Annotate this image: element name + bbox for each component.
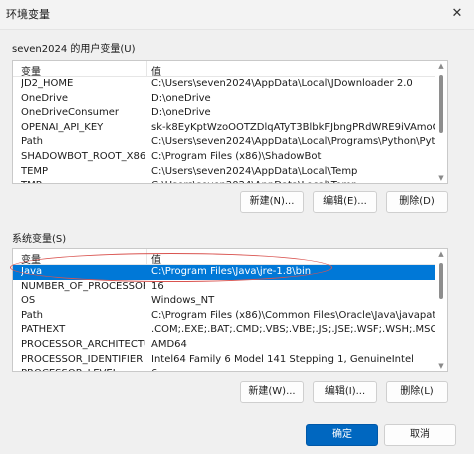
list-item[interactable]: Java C:\Program Files\Java\jre-1.8\bin xyxy=(13,265,447,280)
close-icon[interactable]: ✕ xyxy=(444,2,470,26)
variable-name: Path xyxy=(21,136,43,148)
column-header-value[interactable]: 值 xyxy=(151,251,161,266)
variable-value: 6 xyxy=(151,368,441,371)
variable-name: PATHEXT xyxy=(21,324,66,336)
list-item[interactable]: TMP C:\Users\seven2024\AppData\Local\Temp xyxy=(13,179,447,183)
variable-name: TMP xyxy=(21,180,145,183)
variable-name: PROCESSOR_IDENTIFIER xyxy=(21,353,144,365)
variable-name: OneDrive xyxy=(21,92,69,104)
variable-value: C:\Users\seven2024\AppData\Local\Temp xyxy=(151,165,358,177)
variable-name: TEMP xyxy=(21,165,49,177)
variable-name: OPENAI_API_KEY xyxy=(21,121,104,133)
variable-name: NUMBER_OF_PROCESSORS xyxy=(21,280,145,292)
list-header: 变量 值 xyxy=(13,61,447,78)
variable-value: D:\oneDrive xyxy=(151,107,211,119)
variable-value: 16 xyxy=(151,280,164,292)
column-separator[interactable] xyxy=(146,249,147,265)
scroll-down-icon[interactable]: ▼ xyxy=(435,361,447,371)
variable-value: Windows_NT xyxy=(151,295,215,307)
variable-value: Intel64 Family 6 Model 141 Stepping 1, G… xyxy=(151,353,414,365)
system-rows: Java C:\Program Files\Java\jre-1.8\bin NUM… xyxy=(13,265,447,371)
list-header: 变量 值 xyxy=(13,249,447,266)
variable-value: AMD64 xyxy=(151,338,187,350)
list-item[interactable]: Path C:\Users\seven2024\AppData\Local\Pro… xyxy=(13,135,447,150)
list-item[interactable]: OneDrive D:\oneDrive xyxy=(13,92,447,107)
scroll-down-icon[interactable]: ▼ xyxy=(435,173,447,183)
variable-value: .COM;.EXE;.BAT;.CMD;.VBS;.VBE;.JS;.JSE;.… xyxy=(151,324,438,336)
system-delete-button[interactable]: 删除(L) xyxy=(386,381,448,403)
variable-name: JD2_HOME xyxy=(21,78,74,89)
variable-value: C:\Users\seven2024\AppData\Local\JDownlo… xyxy=(151,78,413,89)
list-item[interactable]: PATHEXT .COM;.EXE;.BAT;.CMD;.VBS;.VBE;.JS… xyxy=(13,323,447,338)
list-item[interactable]: OneDriveConsumer D:\oneDrive xyxy=(13,106,447,121)
variable-name: PROCESSOR_LEVEL xyxy=(21,368,145,371)
list-item[interactable]: Path C:\Program Files (x86)\Common Files\… xyxy=(13,309,447,324)
list-item[interactable]: SHADOWBOT_ROOT_X86 C:\Program Files (x86)… xyxy=(13,150,447,165)
list-item[interactable]: NUMBER_OF_PROCESSORS 16 xyxy=(13,280,447,295)
list-item[interactable]: TEMP C:\Users\seven2024\AppData\Local\Tem… xyxy=(13,165,447,180)
system-variables-list[interactable]: 变量 值 Java C:\Program Files\Java\jre-1.8\b… xyxy=(12,248,448,372)
list-item[interactable]: PROCESSOR_LEVEL 6 xyxy=(13,367,447,371)
variable-value: sk-k8EyKptWzoOOTZDlqATyT3BlbkFJbngPRdWRE… xyxy=(151,121,441,133)
scroll-thumb[interactable] xyxy=(439,75,443,133)
column-header-name[interactable]: 变量 xyxy=(21,251,41,266)
variable-value: D:\oneDrive xyxy=(151,92,211,104)
variable-value: C:\Users\seven2024\AppData\Local\Program… xyxy=(151,136,441,148)
variable-name: OneDriveConsumer xyxy=(21,107,120,119)
list-item[interactable]: OPENAI_API_KEY sk-k8EyKptWzoOOTZDlqATyT3B… xyxy=(13,121,447,136)
variable-value: C:\Users\seven2024\AppData\Local\Temp xyxy=(151,180,441,183)
ok-button[interactable]: 确定 xyxy=(306,424,378,446)
cancel-button[interactable]: 取消 xyxy=(384,424,456,446)
list-item[interactable]: OS Windows_NT xyxy=(13,294,447,309)
list-item[interactable]: JD2_HOME C:\Users\seven2024\AppData\Local… xyxy=(13,77,447,92)
system-new-button[interactable]: 新建(W)... xyxy=(240,381,304,403)
user-variables-list[interactable]: 变量 值 JD2_HOME C:\Users\seven2024\AppData\… xyxy=(12,60,448,184)
variable-name: Path xyxy=(21,309,43,321)
title-bar: 环境变量 ✕ xyxy=(0,0,474,30)
column-separator[interactable] xyxy=(146,61,147,77)
user-variables-label: seven2024 的用户变量(U) xyxy=(12,44,136,55)
list-item[interactable]: PROCESSOR_ARCHITECTU... AMD64 xyxy=(13,338,447,353)
list-item[interactable]: PROCESSOR_IDENTIFIER Intel64 Family 6 Mod… xyxy=(13,353,447,368)
scroll-thumb[interactable] xyxy=(439,263,443,299)
variable-name: OS xyxy=(21,295,36,307)
variable-name: SHADOWBOT_ROOT_X86 xyxy=(21,150,145,162)
variable-value: C:\Program Files (x86)\ShadowBot xyxy=(151,150,322,162)
window-title: 环境变量 xyxy=(6,8,50,21)
system-edit-button[interactable]: 编辑(I)... xyxy=(313,381,377,403)
system-variables-label: 系统变量(S) xyxy=(12,234,67,245)
scroll-up-icon[interactable]: ▲ xyxy=(435,249,447,259)
user-rows: JD2_HOME C:\Users\seven2024\AppData\Local… xyxy=(13,77,447,183)
user-edit-button[interactable]: 编辑(E)... xyxy=(313,191,377,213)
scroll-up-icon[interactable]: ▲ xyxy=(435,61,447,71)
variable-value: C:\Program Files\Java\jre-1.8\bin xyxy=(151,266,312,277)
column-header-value[interactable]: 值 xyxy=(151,63,161,78)
column-header-name[interactable]: 变量 xyxy=(21,63,41,78)
variable-name: PROCESSOR_ARCHITECTU... xyxy=(21,338,145,350)
vertical-scrollbar[interactable]: ▲ ▼ xyxy=(435,61,447,183)
variable-value: C:\Program Files (x86)\Common Files\Orac… xyxy=(151,309,441,321)
user-new-button[interactable]: 新建(N)... xyxy=(240,191,304,213)
vertical-scrollbar[interactable]: ▲ ▼ xyxy=(435,249,447,371)
variable-name: Java xyxy=(21,266,43,277)
user-delete-button[interactable]: 删除(D) xyxy=(386,191,448,213)
